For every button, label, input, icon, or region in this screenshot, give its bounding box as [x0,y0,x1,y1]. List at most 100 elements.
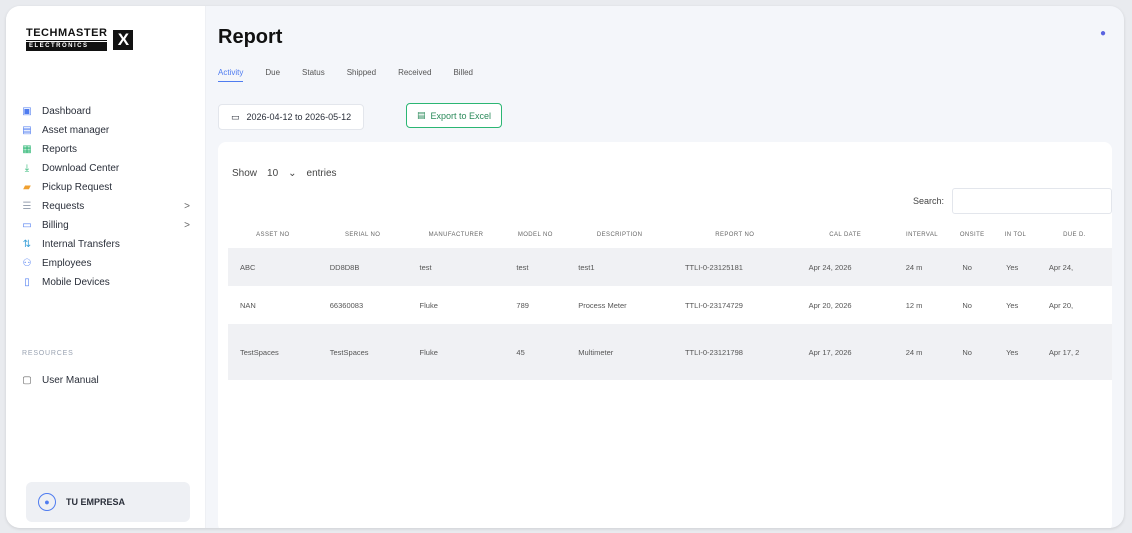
export-label: Export to Excel [430,110,492,121]
table-header-row: ASSET NO SERIAL NO MANUFACTURER MODEL NO… [228,222,1112,248]
sidebar-item-internal-transfers[interactable]: ⇅ Internal Transfers [20,235,196,254]
resources-section-label: RESOURCES [22,350,74,357]
sidebar-item-label: Employees [42,258,92,269]
column-header-asset-no[interactable]: ASSET NO [228,222,318,248]
column-header-description[interactable]: DESCRIPTION [566,222,673,248]
cell-model-no: 789 [516,300,529,310]
cell-description: Multimeter [566,324,673,380]
cell-manufacturer: Fluke [419,300,438,310]
cell-onsite: No [950,324,995,380]
cell-manufacturer: Fluke [407,324,505,380]
book-icon: ▢ [22,375,32,386]
sidebar-item-label: User Manual [42,375,99,386]
cell-serial-no: TestSpaces [317,324,408,380]
cell-due-date: Apr 24, [1036,248,1112,286]
calendar-icon: ▭ [231,111,240,122]
tab-billed[interactable]: Billed [453,68,473,82]
sidebar-item-label: Mobile Devices [42,277,110,288]
sidebar-item-dashboard[interactable]: ▣ Dashboard [20,102,196,121]
tab-shipped[interactable]: Shipped [347,68,376,82]
column-header-manufacturer[interactable]: MANUFACTURER [408,222,505,248]
cell-asset-no: TestSpaces [228,324,318,380]
transfer-icon: ⇅ [22,239,32,250]
cell-interval: 12 m [905,300,923,310]
pickup-icon: ▰ [23,182,31,193]
sidebar-item-label: Asset manager [42,125,110,136]
table-row[interactable]: NAN 66360083 Fluke 789 Process Meter TTL… [228,286,1112,324]
column-header-model-no[interactable]: MODEL NO [504,222,566,248]
sidebar: TECHMASTER ELECTRONICS X ▣ Dashboard ▤ A… [6,6,206,528]
download-icon: ⤓ [24,163,30,174]
cell-model-no: 45 [504,324,567,380]
entries-select[interactable]: 10 [267,168,278,179]
sidebar-item-pickup-request[interactable]: ▰ Pickup Request [20,178,196,197]
cell-due-date: Apr 17, 2 [1036,324,1112,380]
date-range-value: 2026-04-12 to 2026-05-12 [246,112,352,122]
cell-description: Process Meter [578,300,627,310]
brand-mark-icon: X [113,29,134,50]
column-header-interval[interactable]: INTERVAL [894,222,951,248]
column-header-in-tol[interactable]: IN TOL [994,222,1037,248]
search-label: Search: [912,196,944,206]
cell-serial-no: DD8D8B [317,248,408,286]
chevron-right-icon: > [184,220,190,231]
sidebar-item-employees[interactable]: ⚇ Employees [20,254,196,273]
employees-icon: ⚇ [22,258,32,269]
cell-onsite: No [962,300,972,310]
cell-in-tol: Yes [1006,300,1019,310]
tab-status[interactable]: Status [302,68,325,82]
notification-bell-icon[interactable]: ● [1100,28,1106,39]
cell-onsite: No [950,248,995,286]
spreadsheet-icon: ▤ [417,110,426,120]
sidebar-item-label: Download Center [42,163,120,174]
company-name: TU EMPRESA [66,497,126,507]
show-label: Show [232,168,258,179]
cell-cal-date: Apr 24, 2026 [796,248,894,286]
billing-icon: ▭ [22,220,32,231]
main-content: Report ● Activity Due Status Shipped Rec… [206,6,1124,528]
brand-logo[interactable]: TECHMASTER ELECTRONICS X [26,27,134,51]
reports-icon: ▦ [22,144,32,155]
column-header-due-date[interactable]: DUE D. [1037,222,1112,248]
column-header-report-no[interactable]: REPORT NO [673,222,797,248]
sidebar-item-reports[interactable]: ▦ Reports [20,140,196,159]
cell-serial-no: 66360083 [329,300,364,310]
entries-label: entries [306,168,337,179]
export-excel-button[interactable]: ▤ Export to Excel [406,103,503,128]
report-table-panel: Show 10 ⌄ entries Search: ASSET NO SERIA… [218,142,1112,528]
cell-cal-date: Apr 20, 2026 [808,300,852,310]
company-switcher[interactable]: ● TU EMPRESA [26,482,190,522]
mobile-icon: ▯ [24,277,30,288]
sidebar-item-label: Billing [42,220,69,231]
sidebar-item-user-manual[interactable]: ▢ User Manual [20,375,99,386]
cell-interval: 24 m [893,248,951,286]
sidebar-item-label: Requests [42,201,85,212]
brand-name: TECHMASTER [26,27,108,41]
sidebar-item-billing[interactable]: ▭ Billing > [20,216,196,235]
sidebar-nav: ▣ Dashboard ▤ Asset manager ▦ Reports ⤓ … [20,102,196,292]
column-header-onsite[interactable]: ONSITE [950,222,994,248]
date-range-picker[interactable]: ▭ 2026-04-12 to 2026-05-12 [218,104,365,130]
sidebar-item-mobile-devices[interactable]: ▯ Mobile Devices [20,273,196,292]
brand-subtitle: ELECTRONICS [26,42,108,51]
table-row[interactable]: TestSpaces TestSpaces Fluke 45 Multimete… [228,324,1112,380]
tab-due[interactable]: Due [265,68,280,82]
column-header-serial-no[interactable]: SERIAL NO [318,222,408,248]
chevron-down-icon[interactable]: ⌄ [288,168,296,179]
cell-model-no: test [504,248,567,286]
cell-report-no: TTLI-0-23125181 [672,248,797,286]
cell-in-tol: Yes [994,324,1037,380]
sidebar-item-download-center[interactable]: ⤓ Download Center [20,159,196,178]
tab-activity[interactable]: Activity [218,68,244,82]
table-search: Search: [913,188,1112,214]
cell-asset-no: ABC [228,248,318,286]
sidebar-item-label: Internal Transfers [42,239,120,250]
search-input[interactable] [952,188,1112,214]
report-tabs: Activity Due Status Shipped Received Bil… [218,68,473,82]
tab-received[interactable]: Received [398,68,431,82]
sidebar-item-asset-manager[interactable]: ▤ Asset manager [20,121,196,140]
table-row[interactable]: ABC DD8D8B test test test1 TTLI-0-231251… [228,248,1112,286]
sidebar-item-requests[interactable]: ☰ Requests > [20,197,196,216]
column-header-cal-date[interactable]: CAL DATE [797,222,894,248]
cell-asset-no: NAN [240,300,256,310]
